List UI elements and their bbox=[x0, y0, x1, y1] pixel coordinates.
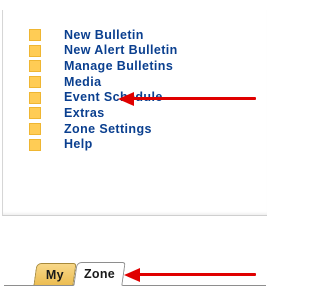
menu-item-new-alert-bulletin[interactable]: New Alert Bulletin bbox=[29, 43, 178, 59]
extras-link[interactable]: Extras bbox=[64, 107, 105, 120]
menu-item-new-bulletin[interactable]: New Bulletin bbox=[29, 27, 178, 43]
admin-menu: New Bulletin New Alert Bulletin Manage B… bbox=[29, 27, 178, 153]
tab-my[interactable]: My bbox=[33, 263, 77, 285]
manage-bulletins-link[interactable]: Manage Bulletins bbox=[64, 60, 173, 73]
bullet-square-icon bbox=[29, 44, 41, 57]
bullet-square-icon bbox=[29, 138, 41, 151]
bullet-square-icon bbox=[29, 91, 41, 104]
tab-zone-label: Zone bbox=[83, 267, 116, 281]
admin-menu-panel: New Bulletin New Alert Bulletin Manage B… bbox=[2, 10, 267, 216]
bullet-square-icon bbox=[29, 60, 41, 73]
new-bulletin-link[interactable]: New Bulletin bbox=[64, 29, 144, 42]
red-arrow-icon bbox=[124, 268, 256, 282]
menu-item-zone-settings[interactable]: Zone Settings bbox=[29, 121, 178, 137]
bullet-square-icon bbox=[29, 107, 41, 120]
menu-item-help[interactable]: Help bbox=[29, 137, 178, 153]
zone-settings-link[interactable]: Zone Settings bbox=[64, 123, 152, 136]
menu-item-extras[interactable]: Extras bbox=[29, 105, 178, 121]
menu-item-media[interactable]: Media bbox=[29, 74, 178, 90]
bullet-square-icon bbox=[29, 122, 41, 135]
bullet-square-icon bbox=[29, 28, 41, 41]
tab-my-label: My bbox=[45, 267, 64, 282]
new-alert-bulletin-link[interactable]: New Alert Bulletin bbox=[64, 44, 178, 57]
bullet-square-icon bbox=[29, 75, 41, 88]
tab-zone[interactable]: Zone bbox=[73, 262, 126, 286]
help-link[interactable]: Help bbox=[64, 138, 93, 151]
tab-strip-baseline bbox=[4, 285, 266, 286]
menu-item-manage-bulletins[interactable]: Manage Bulletins bbox=[29, 58, 178, 74]
red-arrow-icon bbox=[118, 92, 256, 106]
media-link[interactable]: Media bbox=[64, 76, 101, 89]
